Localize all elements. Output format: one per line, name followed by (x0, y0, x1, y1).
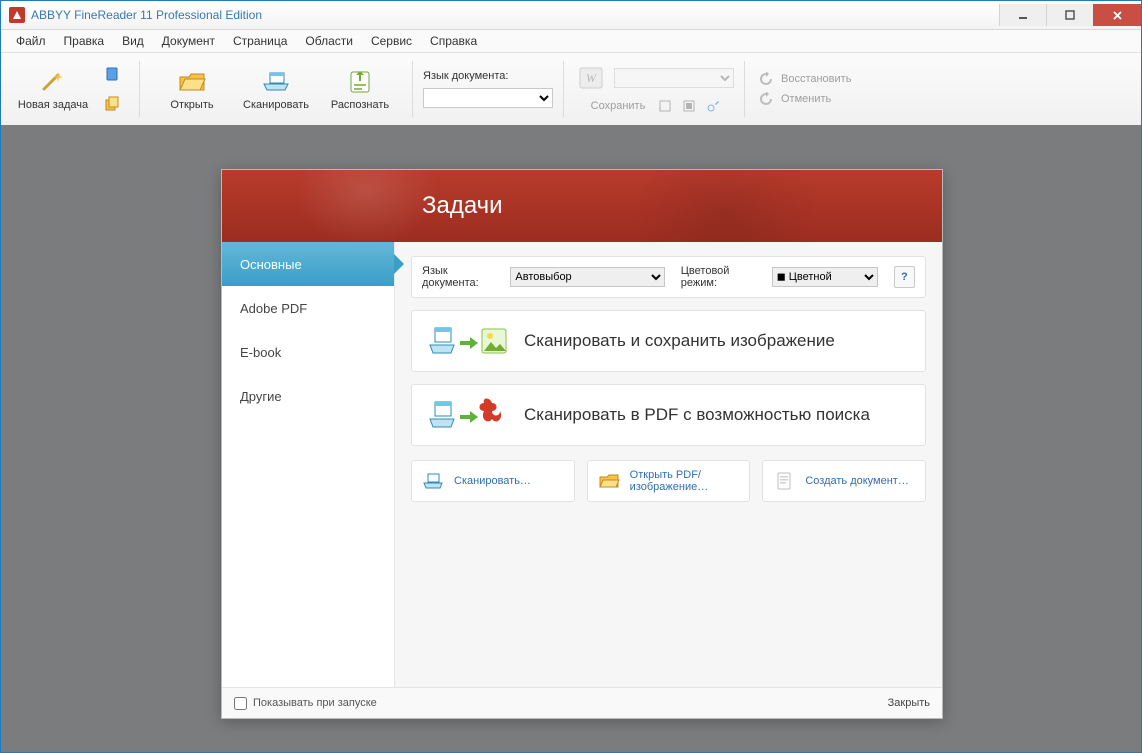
menu-page[interactable]: Страница (224, 32, 296, 50)
toolbar-undo-label: Отменить (781, 93, 831, 105)
app-icon (9, 7, 25, 23)
toolbar-scan-label: Сканировать (243, 99, 309, 111)
folder-open-icon (176, 68, 208, 96)
tasks-lang-select[interactable]: Автовыбор (510, 267, 664, 287)
menu-document[interactable]: Документ (153, 32, 224, 50)
folder-small-icon (598, 471, 620, 491)
toolbar-new-task-label: Новая задача (18, 99, 88, 111)
tasks-nav-other-label: Другие (240, 389, 282, 404)
task-scan-to-pdf[interactable]: Сканировать в PDF с возможностью поиска (411, 384, 926, 446)
tasks-show-on-start-checkbox[interactable]: Показывать при запуске (234, 697, 377, 710)
toolbar: Новая задача Открыть (1, 53, 1141, 126)
toolbar-language-select[interactable] (423, 88, 553, 108)
document-area: Задачи Основные Adobe PDF E-book Другие … (1, 125, 1141, 752)
document-small-icon (773, 471, 795, 491)
toolbar-new-task-button[interactable]: Новая задача (11, 57, 95, 121)
tasks-open-pdf-button[interactable]: Открыть PDF/изображение… (587, 460, 751, 502)
toolbar-save-format-select (614, 68, 734, 88)
scanner-icon (260, 68, 292, 96)
redo-icon (759, 72, 773, 86)
toolbar-open-label: Открыть (170, 99, 213, 111)
toolbar-language-label: Язык документа: (423, 70, 553, 82)
scan-to-image-icon (426, 323, 510, 359)
window-minimize-button[interactable] (999, 4, 1046, 26)
menu-areas[interactable]: Области (296, 32, 362, 50)
recognize-icon (344, 68, 376, 96)
tasks-nav-adobepdf-label: Adobe PDF (240, 301, 307, 316)
tasks-show-on-start-input[interactable] (234, 697, 247, 710)
tasks-options-row: Язык документа: Автовыбор Цветовой режим… (411, 256, 926, 298)
menu-view[interactable]: Вид (113, 32, 153, 50)
tasks-scan-button-label: Сканировать… (454, 475, 531, 487)
tasks-dialog: Задачи Основные Adobe PDF E-book Другие … (221, 169, 943, 719)
tasks-nav-ebook[interactable]: E-book (222, 330, 394, 374)
toolbar-scan-button[interactable]: Сканировать (234, 57, 318, 121)
tasks-bottom-row: Сканировать… Открыть PDF/изображение… (411, 460, 926, 502)
toolbar-recognize-button[interactable]: Распознать (318, 57, 402, 121)
tasks-nav-basic[interactable]: Основные (222, 242, 394, 286)
task-scan-to-image-label: Сканировать и сохранить изображение (524, 331, 835, 351)
toolbar-open-button[interactable]: Открыть (150, 57, 234, 121)
save-small-icon-2 (682, 98, 696, 114)
minimize-icon (1018, 10, 1028, 20)
tasks-title: Задачи (422, 192, 503, 220)
tasks-scan-button[interactable]: Сканировать… (411, 460, 575, 502)
toolbar-mini-doc-icon[interactable] (101, 63, 123, 85)
undo-icon (759, 92, 773, 106)
tasks-lang-label: Язык документа: (422, 265, 504, 289)
task-scan-to-image[interactable]: Сканировать и сохранить изображение (411, 310, 926, 372)
tasks-nav-adobepdf[interactable]: Adobe PDF (222, 286, 394, 330)
tasks-nav-other[interactable]: Другие (222, 374, 394, 418)
toolbar-mini-copy-icon[interactable] (101, 93, 123, 115)
tasks-close-link[interactable]: Закрыть (888, 697, 930, 709)
tasks-header: Задачи (222, 170, 942, 242)
menu-file[interactable]: Файл (7, 32, 55, 50)
tasks-nav-basic-label: Основные (240, 257, 302, 272)
tasks-show-on-start-label: Показывать при запуске (253, 697, 377, 709)
toolbar-save-label: Сохранить (588, 100, 649, 114)
toolbar-recognize-label: Распознать (331, 99, 389, 111)
menu-edit[interactable]: Правка (55, 32, 114, 50)
tasks-footer: Показывать при запуске Закрыть (222, 687, 942, 718)
titlebar: ABBYY FineReader 11 Professional Edition (1, 1, 1141, 30)
maximize-icon (1065, 10, 1075, 20)
scan-to-pdf-icon (426, 397, 510, 433)
task-scan-to-pdf-label: Сканировать в PDF с возможностью поиска (524, 405, 870, 425)
toolbar-save-group: W Сохранить (564, 53, 744, 125)
help-icon: ? (901, 271, 908, 283)
tasks-main: Язык документа: Автовыбор Цветовой режим… (395, 242, 942, 687)
toolbar-restore-button: Восстановить (759, 72, 851, 86)
save-small-icon-1 (658, 98, 672, 114)
tasks-open-pdf-button-label: Открыть PDF/изображение… (630, 469, 740, 493)
menu-service[interactable]: Сервис (362, 32, 421, 50)
tasks-create-doc-button[interactable]: Создать документ… (762, 460, 926, 502)
window-close-button[interactable] (1093, 4, 1141, 26)
menu-help[interactable]: Справка (421, 32, 486, 50)
toolbar-undo-button: Отменить (759, 92, 851, 106)
app-window: ABBYY FineReader 11 Professional Edition… (0, 0, 1142, 753)
tasks-help-button[interactable]: ? (894, 266, 915, 288)
svg-text:W: W (586, 71, 597, 85)
close-icon (1112, 10, 1123, 21)
scanner-small-icon (422, 471, 444, 491)
toolbar-restore-label: Восстановить (781, 73, 851, 85)
tasks-nav-ebook-label: E-book (240, 345, 281, 360)
toolbar-language-group: Язык документа: (413, 53, 563, 125)
tasks-color-select[interactable]: ◼ Цветной (772, 267, 878, 287)
wand-icon (37, 68, 69, 96)
toolbar-history-group: Восстановить Отменить (745, 53, 865, 125)
menubar: Файл Правка Вид Документ Страница Област… (1, 30, 1141, 53)
save-word-icon: W (574, 64, 608, 92)
tasks-nav: Основные Adobe PDF E-book Другие (222, 242, 395, 687)
tasks-create-doc-button-label: Создать документ… (805, 475, 909, 487)
tasks-color-label: Цветовой режим: (681, 265, 766, 289)
app-title: ABBYY FineReader 11 Professional Edition (31, 8, 262, 22)
window-maximize-button[interactable] (1046, 4, 1093, 26)
save-small-icon-3 (706, 98, 720, 114)
